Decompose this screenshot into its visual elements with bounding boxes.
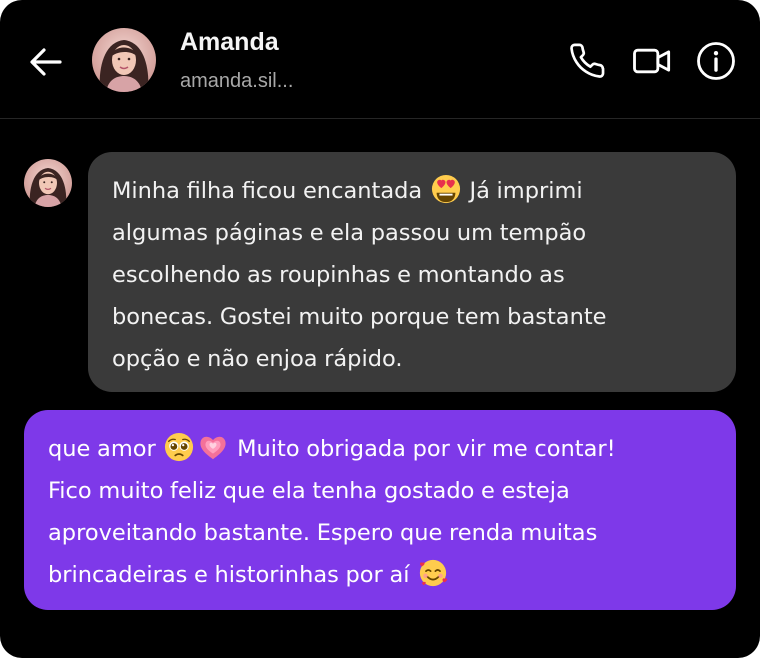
info-icon [697,42,735,80]
back-button[interactable] [26,42,66,82]
incoming-message-bubble[interactable]: Minha filha ficou encantada Já imprimi a… [88,152,736,392]
contact-avatar[interactable] [92,28,156,92]
video-call-button[interactable] [632,41,672,81]
smiling-face-with-hearts-emoji-icon [418,558,448,588]
growing-heart-emoji-icon [198,432,228,462]
message-line: que amor Muito obrigada por vir me conta… [48,428,718,470]
audio-call-button[interactable] [568,41,608,81]
contact-handle[interactable]: amanda.sil... [180,70,293,93]
message-line: Minha filha ficou encantada Já imprimi [112,170,716,212]
message-line: Fico muito feliz que ela tenha gostado e… [48,478,570,504]
arrow-left-icon [30,48,62,76]
message-line: escolhendo as roupinhas e montando as [112,262,565,288]
message-line: brincadeiras e historinhas por aí [48,554,718,596]
message-line: algumas páginas e ela passou um tempão [112,220,587,246]
sender-avatar[interactable] [24,159,72,207]
phone-icon [570,43,605,78]
video-camera-icon [633,48,671,74]
message-line: aproveitando bastante. Espero que renda … [48,520,598,546]
outgoing-message-bubble[interactable]: que amor Muito obrigada por vir me conta… [24,410,736,610]
heart-eyes-emoji-icon [431,174,461,204]
chat-header: Amanda amanda.sil... [0,0,760,119]
pleading-face-emoji-icon [164,432,194,462]
avatar-photo [92,28,156,92]
chat-window: Amanda amanda.sil... Minha filha ficou e… [0,0,760,658]
message-line: bonecas. Gostei muito porque tem bastant… [112,304,607,330]
message-line: opção e não enjoa rápido. [112,346,403,372]
contact-name[interactable]: Amanda [180,28,279,57]
info-button[interactable] [696,41,736,81]
avatar-photo [24,159,72,207]
